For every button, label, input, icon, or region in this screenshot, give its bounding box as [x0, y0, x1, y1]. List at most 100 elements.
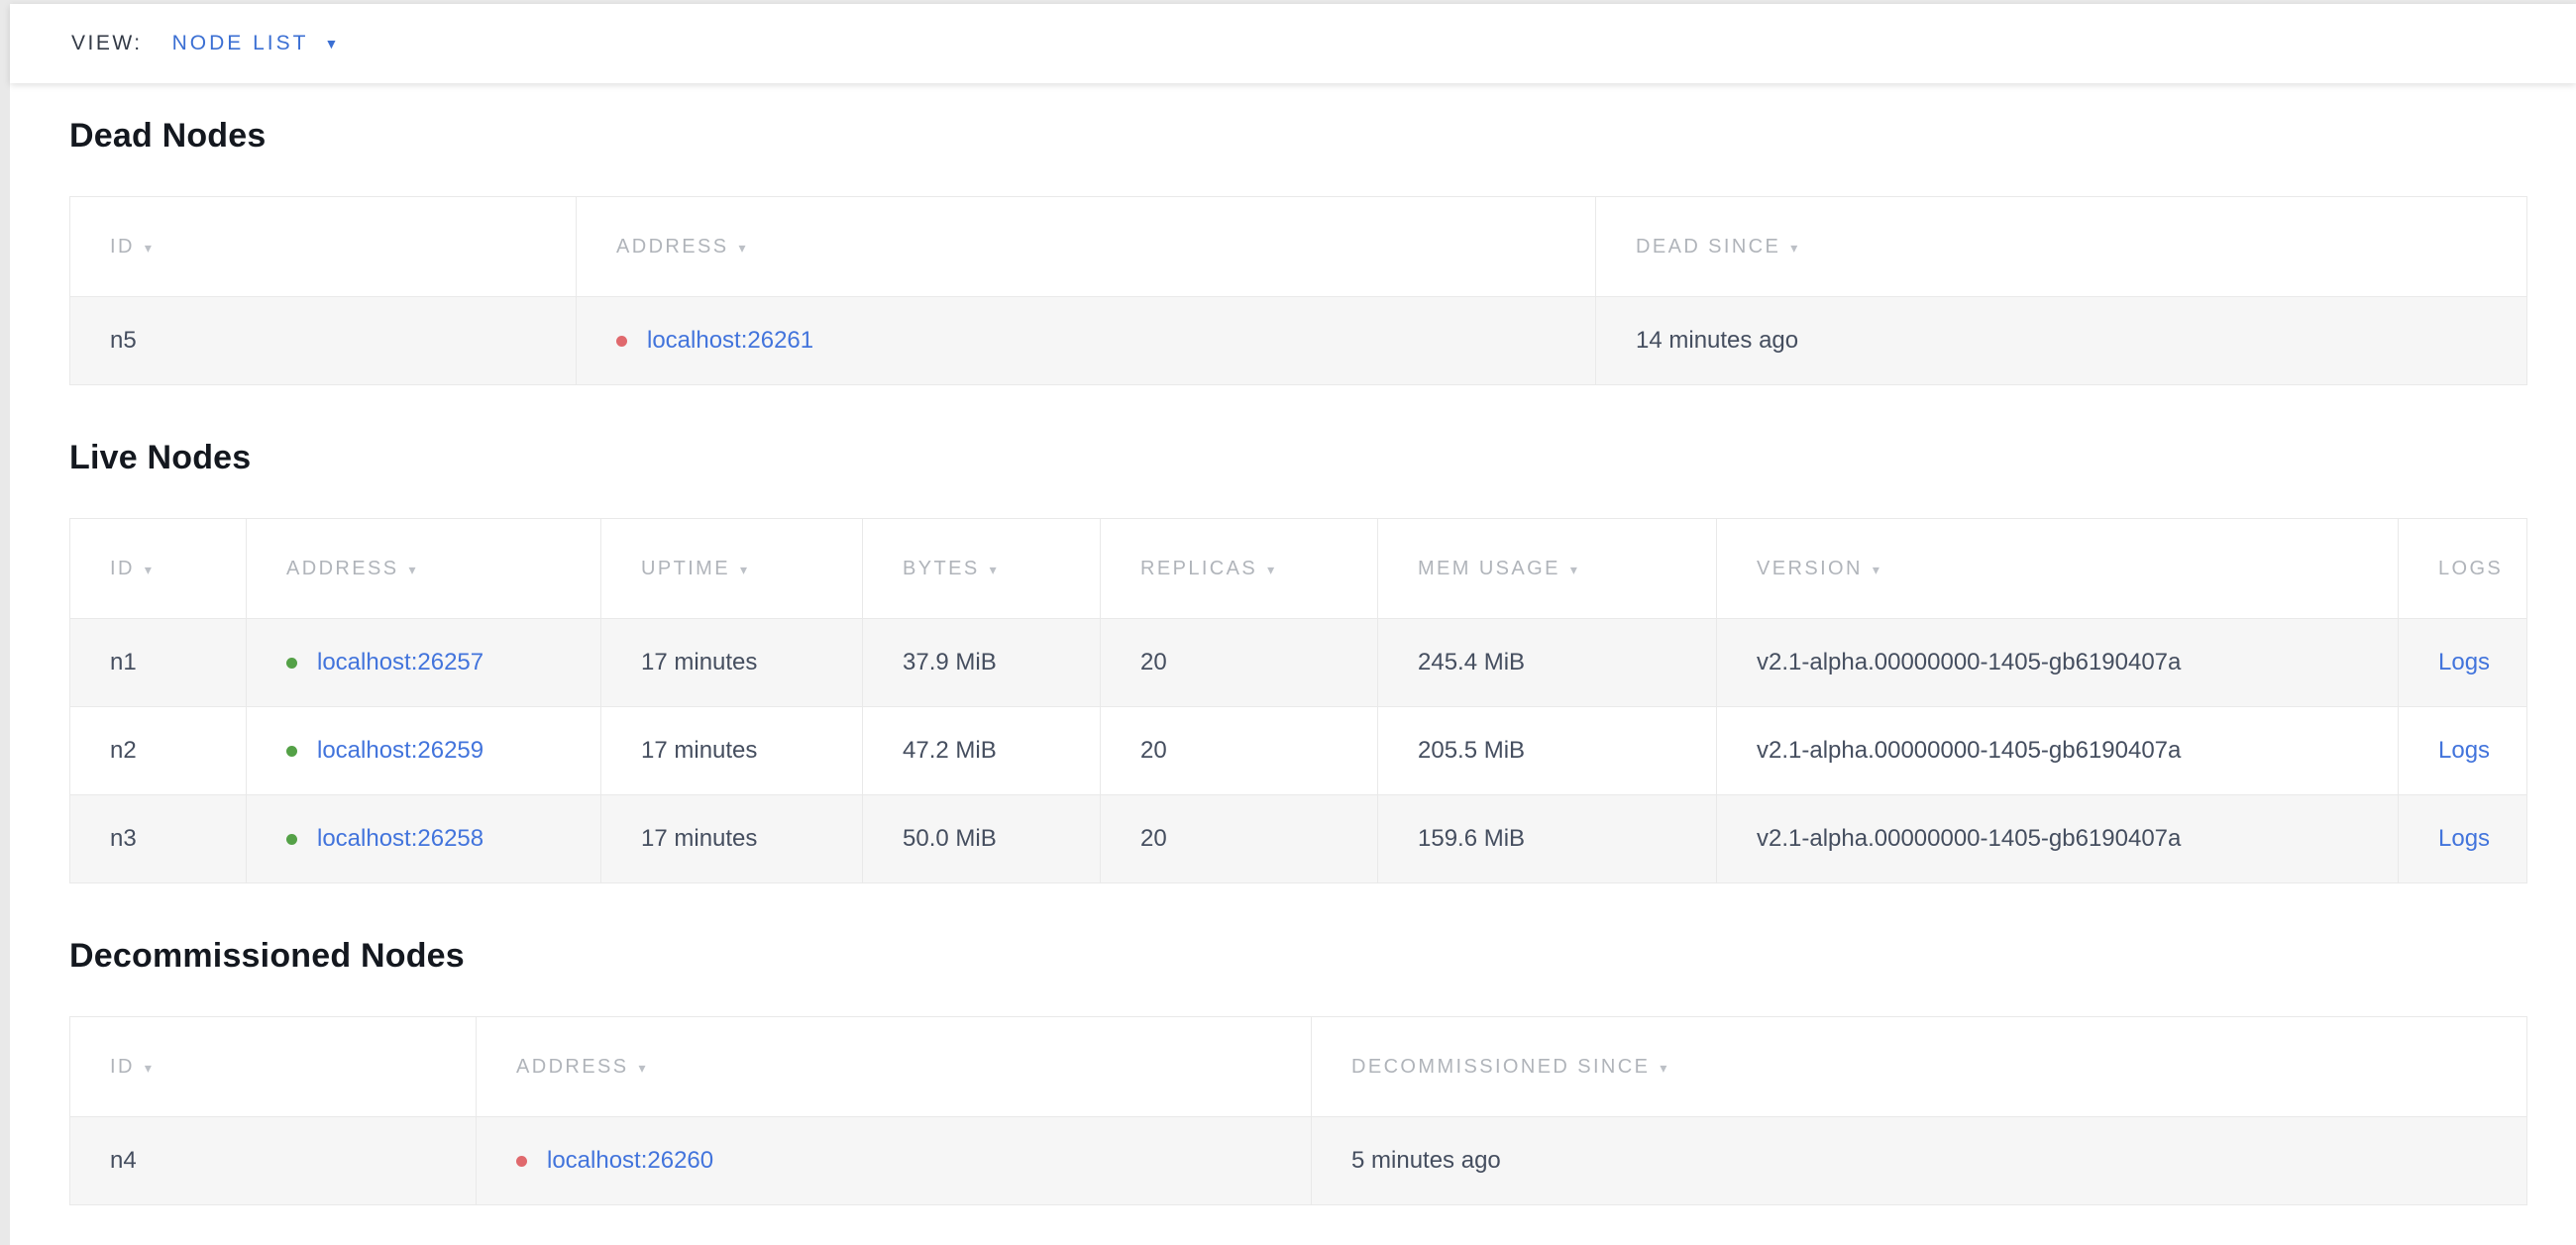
column-header-dead-since[interactable]: DEAD SINCE▾: [1596, 197, 2527, 297]
column-header-uptime[interactable]: UPTIME▾: [601, 519, 863, 619]
live-status-dot-icon: [286, 658, 297, 669]
cell-replicas: 20: [1101, 619, 1378, 707]
view-selector[interactable]: NODE LIST ▼: [172, 32, 339, 55]
header-row: ID▾ADDRESS▾DEAD SINCE▾: [70, 197, 2527, 297]
cell-value: 47.2 MiB: [903, 737, 997, 764]
cell-value: 205.5 MiB: [1418, 737, 1525, 764]
address-link[interactable]: localhost:26260: [547, 1147, 713, 1174]
cell-logs: Logs: [2399, 619, 2527, 707]
cell-value: 14 minutes ago: [1636, 327, 1798, 354]
cell-id: n1: [70, 619, 247, 707]
column-header-label: ID: [110, 558, 135, 579]
cell-value: v2.1-alpha.00000000-1405-gb6190407a: [1757, 649, 2181, 675]
column-header-label: ADDRESS: [286, 558, 399, 579]
cell-version: v2.1-alpha.00000000-1405-gb6190407a: [1717, 707, 2399, 795]
column-header-label: ID: [110, 1056, 135, 1078]
node-list-page: VIEW: NODE LIST ▼ Dead NodesID▾ADDRESS▾D…: [10, 4, 2576, 1245]
sections-container: Dead NodesID▾ADDRESS▾DEAD SINCE▾n5localh…: [69, 113, 2517, 1205]
column-header-decommissioned-since[interactable]: DECOMMISSIONED SINCE ▾: [1312, 1017, 2527, 1117]
column-header-address[interactable]: ADDRESS ▾: [577, 197, 1596, 297]
cell-bytes: 50.0 MiB: [863, 795, 1101, 883]
cell-value: n4: [110, 1147, 137, 1174]
cell-value: 20: [1140, 737, 1167, 764]
column-header-label: ADDRESS: [516, 1056, 629, 1078]
cell-version: v2.1-alpha.00000000-1405-gb6190407a: [1717, 619, 2399, 707]
column-header-version[interactable]: VERSION▾: [1717, 519, 2399, 619]
sort-caret-icon: ▾: [639, 1060, 648, 1076]
cell-address: localhost:26261: [577, 297, 1596, 385]
column-header-id[interactable]: ID▾: [70, 197, 577, 297]
column-header-label: DECOMMISSIONED SINCE: [1351, 1056, 1650, 1078]
cell-address: localhost:26259: [247, 707, 601, 795]
cell-address: localhost:26258: [247, 795, 601, 883]
cell-value: v2.1-alpha.00000000-1405-gb6190407a: [1757, 825, 2181, 852]
cell-value: n1: [110, 649, 137, 675]
table-row: n2localhost:2625917 minutes47.2 MiB20205…: [70, 707, 2527, 795]
column-header-label: ADDRESS: [616, 236, 729, 258]
column-header-label: LOGS: [2438, 558, 2503, 579]
column-header-label: MEM USAGE: [1418, 558, 1560, 579]
cell-replicas: 20: [1101, 795, 1378, 883]
cell-value: 5 minutes ago: [1351, 1147, 1501, 1174]
address-link[interactable]: localhost:26257: [317, 649, 483, 675]
live-status-dot-icon: [286, 834, 297, 845]
cell-address: localhost:26257: [247, 619, 601, 707]
cell-id: n5: [70, 297, 577, 385]
dead-status-dot-icon: [616, 336, 627, 347]
table-row: n1 localhost:26257 17 minutes 37.9 MiB 20 245…: [70, 619, 2527, 707]
column-header-label: BYTES: [903, 558, 980, 579]
view-bar: VIEW: NODE LIST ▼: [10, 4, 2576, 83]
cell-value: v2.1-alpha.00000000-1405-gb6190407a: [1757, 737, 2181, 764]
decommissioned-status-dot-icon: [516, 1156, 527, 1167]
cell-mem-usage: 205.5 MiB: [1378, 707, 1717, 795]
dead-nodes-table: ID▾ADDRESS▾DEAD SINCE▾n5localhost:262611…: [69, 196, 2527, 385]
column-header-address[interactable]: ADDRESS ▾: [477, 1017, 1312, 1117]
header-row: ID▾ADDRESS▾UPTIME▾BYTES▾REPLICAS▾MEM USA…: [70, 519, 2527, 619]
sort-caret-icon: ▾: [1790, 240, 1799, 256]
header-row: ID ▾ ADDRESS ▾ DECOMMISSIONED SINCE ▾: [70, 1017, 2527, 1117]
table-row: n3localhost:2625817 minutes50.0 MiB20159…: [70, 795, 2527, 883]
address-link[interactable]: localhost:26258: [317, 825, 483, 852]
cell-value: 50.0 MiB: [903, 825, 997, 852]
cell-id: n3: [70, 795, 247, 883]
cell-address: localhost:26260: [477, 1117, 1312, 1205]
sort-caret-icon: ▾: [409, 562, 418, 577]
column-header-bytes[interactable]: BYTES ▾: [863, 519, 1101, 619]
view-label: VIEW:: [71, 32, 143, 55]
sort-caret-icon: ▾: [990, 562, 999, 577]
sort-caret-icon: ▾: [1267, 562, 1276, 577]
section-dead-nodes: Dead NodesID▾ADDRESS▾DEAD SINCE▾n5localh…: [69, 113, 2517, 385]
cell-decommissioned-since: 5 minutes ago: [1312, 1117, 2527, 1205]
cell-value: 37.9 MiB: [903, 649, 997, 675]
address-link[interactable]: localhost:26261: [647, 327, 813, 354]
cell-id: n2: [70, 707, 247, 795]
cell-version: v2.1-alpha.00000000-1405-gb6190407a: [1717, 795, 2399, 883]
cell-value: n2: [110, 737, 137, 764]
sort-caret-icon: ▾: [145, 562, 154, 577]
sort-caret-icon: ▾: [1660, 1060, 1668, 1076]
sort-caret-icon: ▾: [1873, 562, 1881, 577]
node-list-content: Dead NodesID▾ADDRESS▾DEAD SINCE▾n5localh…: [10, 113, 2576, 1245]
column-header-address[interactable]: ADDRESS ▾: [247, 519, 601, 619]
column-header-id[interactable]: ID ▾: [70, 519, 247, 619]
logs-link[interactable]: Logs: [2438, 737, 2490, 764]
chevron-down-icon: ▼: [324, 37, 338, 51]
section-title: Decommissioned Nodes: [69, 933, 2517, 979]
column-header-replicas[interactable]: REPLICAS ▾: [1101, 519, 1378, 619]
cell-value: 17 minutes: [641, 825, 757, 852]
column-header-label: REPLICAS: [1140, 558, 1257, 579]
sort-caret-icon: ▾: [740, 562, 749, 577]
cell-uptime: 17 minutes: [601, 619, 863, 707]
table-row: n4 localhost:26260 5 minutes ago: [70, 1117, 2527, 1205]
address-link[interactable]: localhost:26259: [317, 737, 483, 764]
column-header-id[interactable]: ID ▾: [70, 1017, 477, 1117]
cell-value: 20: [1140, 649, 1167, 675]
column-header-mem-usage[interactable]: MEM USAGE▾: [1378, 519, 1717, 619]
cell-mem-usage: 245.4 MiB: [1378, 619, 1717, 707]
cell-bytes: 37.9 MiB: [863, 619, 1101, 707]
cell-value: 20: [1140, 825, 1167, 852]
sort-caret-icon: ▾: [145, 1060, 154, 1076]
logs-link[interactable]: Logs: [2438, 649, 2490, 675]
logs-link[interactable]: Logs: [2438, 825, 2490, 852]
sort-caret-icon: ▾: [739, 240, 748, 256]
